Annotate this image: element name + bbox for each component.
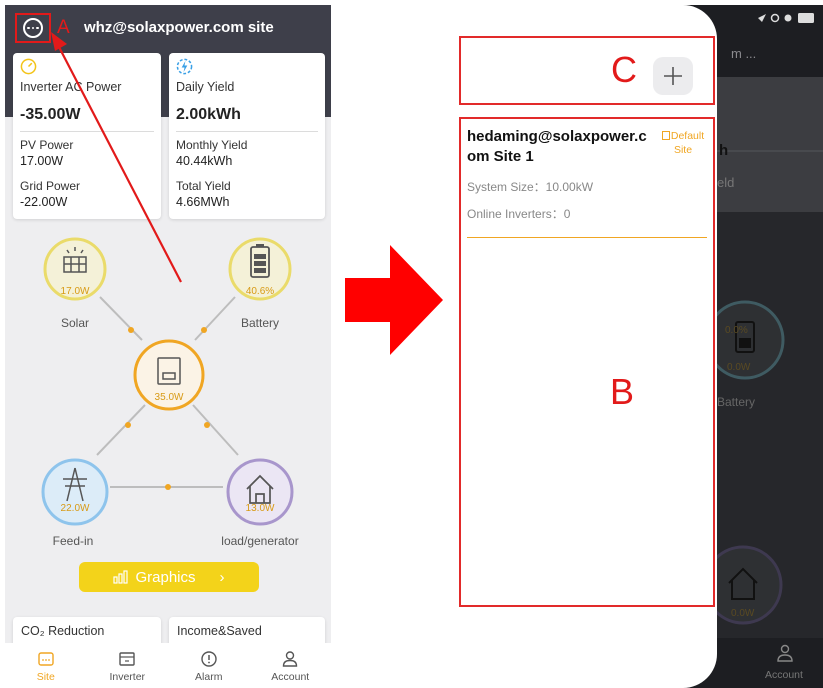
bar-chart-icon bbox=[113, 570, 129, 584]
nav-account[interactable]: Account bbox=[250, 643, 332, 688]
right-arrow-icon bbox=[345, 245, 443, 355]
alarm-icon bbox=[201, 651, 217, 667]
co2-reduction-label: CO₂ Reduction bbox=[21, 624, 105, 638]
site-icon bbox=[38, 652, 54, 666]
load-generator-label: load/generator bbox=[221, 534, 299, 548]
annotation-label-c: C bbox=[611, 49, 637, 90]
battery-label: Battery bbox=[240, 316, 279, 330]
bg-battery-label: Battery bbox=[717, 395, 756, 409]
default-site-tag: Default Site bbox=[654, 129, 712, 157]
battery-value: 40.6% bbox=[245, 286, 275, 297]
site-drawer: C hedaming@solaxpower.com Site 1 Default… bbox=[455, 5, 717, 688]
load-value: 13.0W bbox=[245, 503, 275, 514]
bg-load-value: 0.0W bbox=[731, 608, 755, 619]
nav-inverter-label: Inverter bbox=[109, 671, 146, 683]
plus-icon bbox=[664, 67, 682, 85]
inverter-icon bbox=[119, 652, 135, 666]
annotation-label-b: B bbox=[610, 371, 635, 412]
add-site-area: C bbox=[459, 36, 715, 105]
graphics-button[interactable]: Graphics › bbox=[79, 562, 259, 592]
bottom-nav: Site Inverter Alarm Account bbox=[5, 643, 331, 688]
chevron-right-icon: › bbox=[219, 568, 225, 586]
solar-label: Solar bbox=[60, 316, 89, 330]
solar-value: 17.0W bbox=[60, 286, 90, 297]
nav-alarm-label: Alarm bbox=[195, 671, 223, 683]
nav-site[interactable]: Site bbox=[5, 643, 87, 688]
nav-inverter[interactable]: Inverter bbox=[87, 643, 169, 688]
right-phone-screen: m ... h eld 0.0% 0.0W Battery 0.0W Accou… bbox=[455, 5, 823, 688]
feed-in-label: Feed-in bbox=[52, 534, 94, 548]
graphics-label: Graphics bbox=[135, 568, 196, 586]
inverter-value: 35.0W bbox=[154, 392, 184, 403]
nav-site-label: Site bbox=[36, 671, 55, 683]
left-phone-screen: A whz@solaxpower.com site Inverter AC Po… bbox=[5, 5, 331, 688]
screenshot-root: A whz@solaxpower.com site Inverter AC Po… bbox=[0, 0, 823, 688]
bg-partial-h: h bbox=[719, 142, 729, 159]
add-site-button[interactable] bbox=[653, 57, 693, 95]
bg-account-label: Account bbox=[765, 669, 803, 681]
bg-partial-eld: eld bbox=[717, 175, 735, 190]
account-icon bbox=[283, 651, 298, 667]
site-list: hedaming@solaxpower.com Site 1 Default S… bbox=[459, 117, 715, 607]
system-size: System Size：10.00kW bbox=[467, 180, 594, 194]
site-name: hedaming@solaxpower.com Site 1 bbox=[467, 128, 647, 165]
divider bbox=[467, 237, 707, 238]
feed-in-value: 22.0W bbox=[60, 503, 90, 514]
document-icon bbox=[661, 131, 670, 140]
bg-battery-value: 0.0W bbox=[727, 362, 751, 373]
nav-account-label: Account bbox=[271, 671, 310, 683]
bg-partial-title: m ... bbox=[731, 46, 757, 61]
income-saved-label: Income&Saved bbox=[177, 624, 262, 638]
bg-battery-pct: 0.0% bbox=[725, 325, 748, 336]
nav-alarm[interactable]: Alarm bbox=[168, 643, 250, 688]
online-inverters: Online Inverters：0 bbox=[467, 207, 571, 221]
